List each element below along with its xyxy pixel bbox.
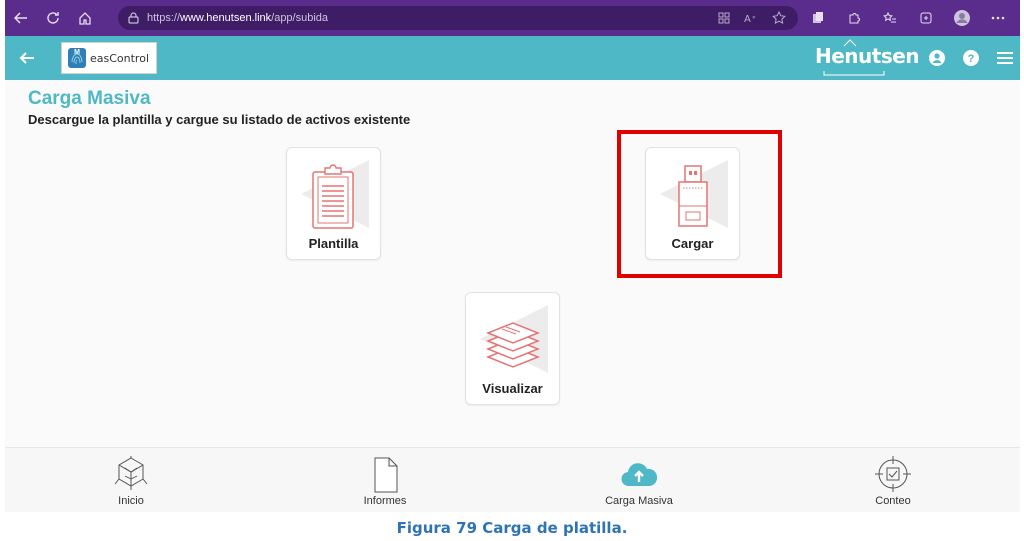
document-icon: [374, 457, 398, 493]
visualizar-label: Visualizar: [482, 381, 543, 396]
layers-stack-icon: [485, 322, 541, 368]
extension-icon[interactable]: [802, 0, 834, 36]
plantilla-label: Plantilla: [308, 236, 359, 251]
app-frame: https://www.henutsen.link/app/subida A» …: [5, 0, 1020, 512]
help-icon[interactable]: ?: [962, 49, 980, 67]
fingerprint-logo-icon: M: [68, 48, 86, 68]
back-arrow-icon[interactable]: [17, 48, 37, 68]
nav-informes-label: Informes: [363, 495, 407, 507]
address-bar[interactable]: https://www.henutsen.link/app/subida A»: [118, 6, 798, 30]
read-aloud-icon[interactable]: A»: [744, 12, 758, 24]
nav-inicio-label: Inicio: [118, 495, 144, 507]
svg-text:»: »: [752, 14, 756, 21]
nav-inicio[interactable]: Inicio: [56, 448, 206, 512]
browser-back-icon[interactable]: [5, 0, 37, 36]
nav-conteo-label: Conteo: [875, 495, 911, 507]
clipboard-icon: [312, 164, 354, 229]
brand-underline-icon: [823, 71, 885, 76]
cube-home-icon: [114, 456, 148, 490]
plantilla-card[interactable]: Plantilla: [286, 147, 381, 260]
svg-text:A: A: [744, 14, 751, 24]
browser-toolbar: https://www.henutsen.link/app/subida A»: [5, 0, 1020, 36]
brand-name: Henutsen: [815, 44, 920, 68]
nav-conteo[interactable]: Conteo: [818, 448, 968, 512]
collections-icon[interactable]: [910, 0, 942, 36]
page-title: Carga Masiva: [28, 88, 151, 109]
lock-icon: [128, 12, 139, 24]
user-account-icon[interactable]: [928, 49, 946, 67]
profile-avatar-icon[interactable]: [946, 0, 978, 36]
favorite-star-icon[interactable]: [772, 11, 786, 25]
hamburger-menu-icon[interactable]: [996, 51, 1014, 65]
nav-carga-masiva-label: Carga Masiva: [605, 495, 673, 507]
measure-control-logo: M easControl: [61, 42, 157, 74]
cargar-highlight-box: [617, 130, 782, 278]
app-header: M easControl Henutsen ?: [5, 36, 1020, 80]
figure-caption: Figura 79 Carga de platilla.: [396, 519, 628, 537]
svg-text:M: M: [74, 49, 80, 56]
apps-icon[interactable]: [718, 12, 730, 24]
target-check-icon: [875, 456, 911, 492]
nav-informes[interactable]: Informes: [310, 448, 460, 512]
cloud-upload-icon: [621, 463, 658, 487]
visualizar-card[interactable]: Visualizar: [465, 292, 560, 405]
nav-carga-masiva[interactable]: Carga Masiva: [564, 448, 714, 512]
bottom-navigation: Inicio Informes Carga Masiva Conteo: [5, 447, 1020, 512]
logo-text: easControl: [90, 51, 150, 65]
svg-text:?: ?: [968, 53, 975, 65]
more-options-icon[interactable]: [982, 0, 1014, 36]
browser-home-icon[interactable]: [69, 0, 101, 36]
favorites-icon[interactable]: [874, 0, 906, 36]
url-text: https://www.henutsen.link/app/subida: [147, 12, 329, 24]
page-subtitle: Descargue la plantilla y cargue su lista…: [28, 112, 411, 127]
browser-refresh-icon[interactable]: [37, 0, 69, 36]
puzzle-extensions-icon[interactable]: [838, 0, 870, 36]
